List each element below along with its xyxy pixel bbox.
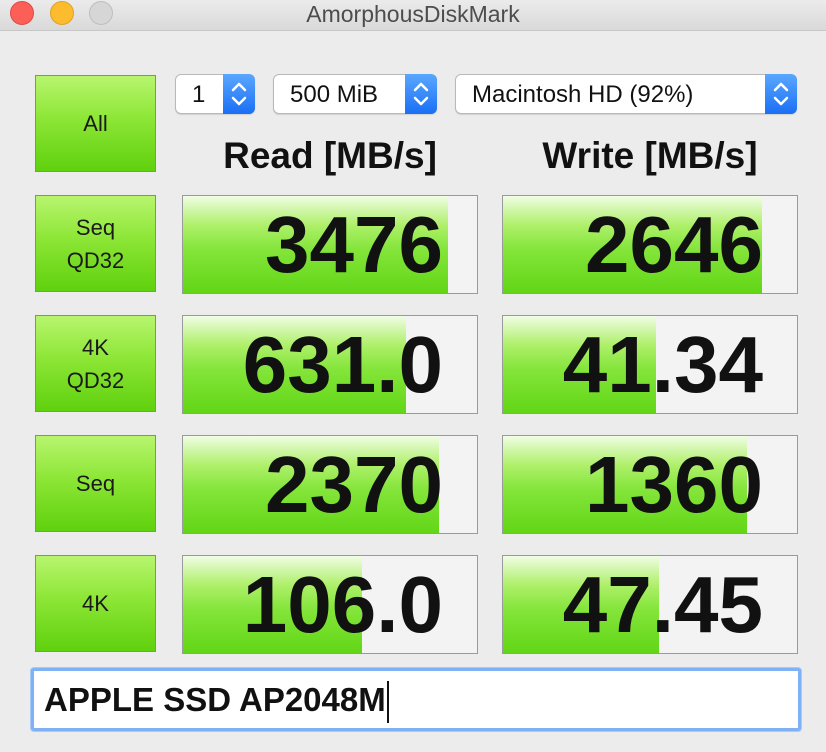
- 4k-read-result: 106.0: [182, 555, 478, 654]
- test-size-value: 500 MiB: [290, 81, 379, 108]
- seq-qd32-write-result: 2646: [502, 195, 798, 294]
- text-caret: [386, 681, 389, 724]
- seq-qd32-test-button[interactable]: Seq QD32: [35, 195, 156, 292]
- result-value: 41.34: [562, 320, 763, 409]
- test-label-line2: QD32: [66, 247, 125, 273]
- result-value: 1360: [585, 440, 763, 529]
- test-count-value: 1: [192, 81, 206, 108]
- seq-test-button[interactable]: Seq: [35, 435, 156, 532]
- chevron-updown-icon: [765, 74, 797, 114]
- target-drive-value: Macintosh HD (92%): [472, 81, 694, 108]
- 4k-qd32-test-button[interactable]: 4K QD32: [35, 315, 156, 412]
- result-value: 2370: [265, 440, 443, 529]
- 4k-qd32-write-result: 41.34: [502, 315, 798, 414]
- all-tests-button[interactable]: All: [35, 75, 156, 172]
- test-label-line2: QD32: [66, 367, 125, 393]
- test-size-select[interactable]: 500 MiB: [273, 74, 437, 114]
- test-label-line1: Seq: [75, 471, 116, 496]
- target-drive-select[interactable]: Macintosh HD (92%): [455, 74, 797, 114]
- result-value: 47.45: [562, 560, 763, 649]
- 4k-qd32-read-result: 631.0: [182, 315, 478, 414]
- all-tests-label: All: [83, 111, 108, 136]
- seq-read-result: 2370: [182, 435, 478, 534]
- test-label-line1: 4K: [82, 591, 109, 616]
- result-value: 2646: [585, 200, 763, 289]
- seq-qd32-read-result: 3476: [182, 195, 478, 294]
- test-label-line1: 4K: [82, 334, 109, 360]
- window-title: AmorphousDiskMark: [306, 1, 520, 27]
- drive-name-text: APPLE SSD AP2048M: [44, 681, 386, 718]
- write-column-header: Write [MB/s]: [542, 135, 758, 176]
- title-bar: AmorphousDiskMark: [0, 0, 826, 31]
- test-count-select[interactable]: 1: [175, 74, 255, 114]
- chevron-updown-icon: [223, 74, 255, 114]
- result-value: 3476: [265, 200, 443, 289]
- result-value: 631.0: [242, 320, 443, 409]
- seq-write-result: 1360: [502, 435, 798, 534]
- drive-name-field[interactable]: APPLE SSD AP2048M: [31, 668, 801, 731]
- result-value: 106.0: [242, 560, 443, 649]
- read-column-header: Read [MB/s]: [223, 135, 437, 176]
- 4k-write-result: 47.45: [502, 555, 798, 654]
- chevron-updown-icon: [405, 74, 437, 114]
- test-label-line1: Seq: [75, 214, 116, 240]
- 4k-test-button[interactable]: 4K: [35, 555, 156, 652]
